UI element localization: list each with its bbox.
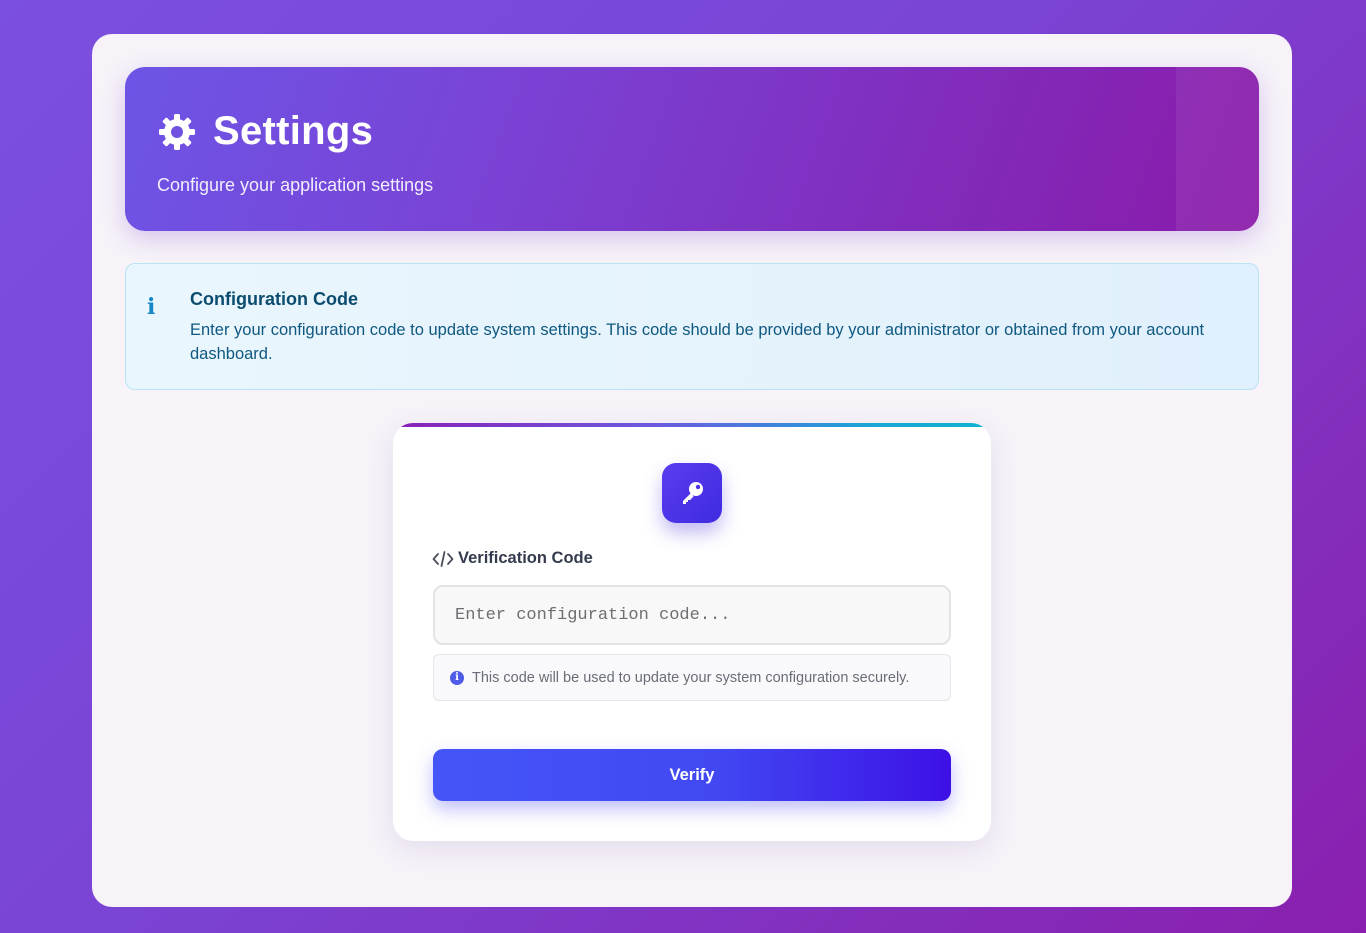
- page-subtitle: Configure your application settings: [157, 175, 434, 195]
- code-icon: [432, 550, 454, 567]
- header-title-row: Settings: [157, 109, 373, 154]
- key-icon: [683, 482, 703, 504]
- configuration-info-box: i Configuration Code Enter your configur…: [125, 263, 1259, 390]
- info-text: Enter your configuration code to update …: [190, 321, 1205, 363]
- verification-code-label-text: Verification Code: [458, 549, 593, 567]
- card-accent-bar: [393, 423, 991, 427]
- info-circle-icon: i: [450, 670, 464, 685]
- verification-code-label: Verification Code: [432, 549, 593, 568]
- verification-card: Verification Code i This code will be us…: [393, 423, 991, 841]
- hint-box: i This code will be used to update your …: [433, 654, 951, 701]
- key-icon-tile: [662, 463, 722, 523]
- info-title: Configuration Code: [190, 289, 358, 309]
- settings-header: Settings Configure your application sett…: [125, 67, 1259, 231]
- hint-text: This code will be used to update your sy…: [472, 669, 910, 686]
- header-glow: [1176, 67, 1259, 231]
- verify-button[interactable]: Verify: [433, 749, 951, 801]
- info-icon: i: [147, 294, 156, 320]
- page-title: Settings: [213, 109, 374, 153]
- configuration-code-input[interactable]: [433, 585, 951, 645]
- gear-icon: [159, 113, 195, 150]
- settings-panel: Settings Configure your application sett…: [92, 34, 1292, 907]
